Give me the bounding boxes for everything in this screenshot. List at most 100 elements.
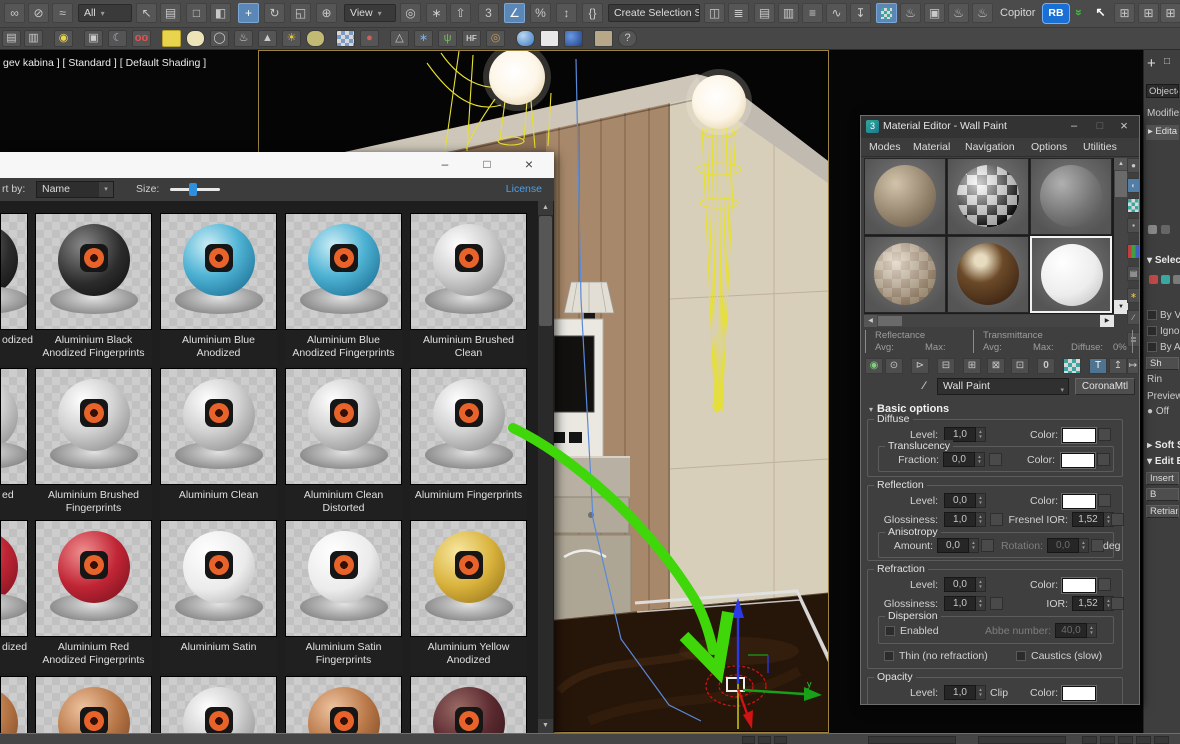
- status-icon[interactable]: [1154, 736, 1169, 744]
- select-object-icon[interactable]: ↖: [136, 3, 157, 23]
- get-material-icon[interactable]: ◉: [865, 358, 883, 374]
- reference-coordinate-dropdown[interactable]: View ▾: [344, 4, 396, 22]
- spinner-arrows[interactable]: ▲ ▼: [975, 452, 985, 467]
- material-thumbnail[interactable]: [410, 213, 527, 330]
- sample-slot[interactable]: [947, 158, 1029, 235]
- grid-toggle-icon[interactable]: ⊞: [1138, 3, 1159, 23]
- opacity-color-swatch[interactable]: [1062, 686, 1096, 701]
- material-card[interactable]: [410, 676, 527, 733]
- angle-snap-icon[interactable]: ∠: [504, 3, 525, 23]
- spinner-arrows[interactable]: ▲ ▼: [976, 512, 986, 527]
- translucency-map-button[interactable]: [989, 453, 1002, 466]
- ior-spinner[interactable]: 1,52 ▲ ▼: [1072, 596, 1114, 611]
- material-card[interactable]: Aluminium Blue Anodized: [160, 213, 277, 367]
- status-icon[interactable]: [1136, 736, 1151, 744]
- modify-tab-icon[interactable]: □: [1164, 56, 1180, 67]
- ior-map-button[interactable]: [1111, 597, 1124, 610]
- select-and-link-icon[interactable]: ∞: [4, 3, 25, 23]
- menu-utilities[interactable]: Utilities: [1083, 141, 1117, 153]
- material-id-channel-icon[interactable]: 0: [1037, 358, 1055, 374]
- material-thumbnail[interactable]: [160, 213, 277, 330]
- video-color-check-icon[interactable]: [1127, 244, 1139, 259]
- material-thumbnail[interactable]: [35, 676, 152, 733]
- snap-toggle-icon[interactable]: 3: [478, 3, 499, 23]
- scene-explorer-icon[interactable]: ≡: [802, 3, 823, 23]
- rendered-frame-window-icon[interactable]: ▣: [924, 3, 945, 23]
- shrink-button[interactable]: Sh: [1146, 357, 1179, 370]
- mirror-icon[interactable]: ◫: [704, 3, 725, 23]
- moon-night-icon[interactable]: ☾: [108, 30, 127, 47]
- refraction-color-swatch[interactable]: [1062, 578, 1096, 593]
- material-card[interactable]: [35, 676, 152, 733]
- viewport-label[interactable]: gev kabina ] [ Standard ] [ Default Shad…: [3, 57, 206, 69]
- selection-lock-icon[interactable]: [758, 736, 771, 744]
- select-and-place-icon[interactable]: ⊕: [316, 3, 337, 23]
- material-card[interactable]: Aluminium Satin: [160, 520, 277, 673]
- sphere-light-right[interactable]: [692, 75, 746, 129]
- material-card[interactable]: Aluminium Fingerprints: [410, 368, 527, 521]
- background-icon[interactable]: [1127, 198, 1139, 213]
- grid-snap-icon[interactable]: [774, 736, 787, 744]
- library-scrollbar[interactable]: ▲ ▼: [538, 201, 553, 733]
- stereo-glasses-icon[interactable]: oo: [132, 30, 151, 47]
- sphere-light-left[interactable]: [489, 51, 545, 105]
- foliage-icon[interactable]: ψ: [438, 30, 457, 47]
- status-icon[interactable]: [1118, 736, 1133, 744]
- amount-spinner[interactable]: 0,0 ▲ ▼: [937, 538, 979, 553]
- material-thumbnail[interactable]: [285, 520, 402, 637]
- rb-plugin-icon[interactable]: RB: [1042, 3, 1070, 24]
- menu-options[interactable]: Options: [1031, 141, 1067, 153]
- sample-slot[interactable]: [864, 236, 946, 313]
- material-card[interactable]: Aluminium Clean Distorted: [285, 368, 402, 522]
- spinner-arrows[interactable]: ▲ ▼: [1079, 538, 1089, 553]
- material-type-button[interactable]: CoronaMtl: [1075, 378, 1135, 395]
- coordinate-field-x[interactable]: [868, 736, 956, 744]
- spinner-arrows[interactable]: ▲ ▼: [969, 538, 979, 553]
- coordinate-field-y[interactable]: [978, 736, 1066, 744]
- delete-material-icon[interactable]: ⊟: [937, 358, 955, 374]
- editor-title-bar[interactable]: 3 Material Editor - Wall Paint – □ ×: [861, 116, 1139, 139]
- material-card[interactable]: Aluminium Blue Anodized Fingerprints: [285, 213, 402, 367]
- spinner-arrows[interactable]: ▲ ▼: [976, 427, 986, 442]
- sample-slot[interactable]: [947, 236, 1029, 313]
- scroll-up-icon[interactable]: ▲: [538, 201, 553, 215]
- translucency-color-swatch[interactable]: [1061, 453, 1095, 468]
- retriangulate-button[interactable]: Retrian: [1146, 505, 1179, 518]
- material-thumbnail[interactable]: [0, 368, 28, 485]
- spinner-arrows[interactable]: ▲ ▼: [976, 685, 986, 700]
- go-to-parent-icon[interactable]: ↥: [1109, 358, 1127, 374]
- menu-material[interactable]: Material: [913, 141, 950, 153]
- material-thumbnail[interactable]: [410, 520, 527, 637]
- glossiness-map-button[interactable]: [990, 597, 1003, 610]
- selection-filter-dropdown[interactable]: All ▾: [78, 4, 132, 22]
- by-vertex-checkbox[interactable]: [1147, 310, 1157, 320]
- minimize-icon[interactable]: –: [1061, 116, 1087, 137]
- material-card[interactable]: [160, 676, 277, 733]
- material-thumbnail[interactable]: [35, 213, 152, 330]
- ring-light-icon[interactable]: ◯: [210, 30, 229, 47]
- material-thumbnail[interactable]: [0, 213, 28, 330]
- library-title-bar[interactable]: – □ ×: [0, 152, 554, 179]
- close-icon[interactable]: ×: [512, 152, 546, 178]
- material-card[interactable]: Aluminium Red Anodized Fingerprints: [35, 520, 152, 674]
- scroll-up-icon[interactable]: ▲: [1114, 158, 1128, 170]
- maximize-icon[interactable]: □: [1087, 116, 1113, 137]
- show-map-in-viewport-icon[interactable]: [1063, 358, 1081, 374]
- spinner-arrows[interactable]: ▲ ▼: [976, 577, 986, 592]
- curve-editor-icon[interactable]: ∿: [826, 3, 847, 23]
- abbe-spinner[interactable]: 40,0 ▲ ▼: [1055, 623, 1097, 638]
- double-chevron-icon[interactable]: »: [1068, 3, 1089, 23]
- layer-explorer-icon[interactable]: ▥: [778, 3, 799, 23]
- isolate-selection-icon[interactable]: [742, 736, 755, 744]
- scrollbar-thumb[interactable]: [878, 316, 902, 326]
- diffuse-map-button[interactable]: [1098, 428, 1111, 441]
- rectangular-selection-region-icon[interactable]: □: [186, 3, 207, 23]
- vertex-mode-icon[interactable]: [1149, 275, 1158, 284]
- make-unique-icon[interactable]: ⊠: [987, 358, 1005, 374]
- edit-borders-rollout[interactable]: ▾ Edit B: [1147, 456, 1180, 467]
- scrollbar-thumb[interactable]: [539, 216, 552, 326]
- ior-map-button[interactable]: [1111, 513, 1124, 526]
- ignore-backfacing-checkbox[interactable]: [1147, 326, 1157, 336]
- material-thumbnail[interactable]: [160, 520, 277, 637]
- slots-vertical-scrollbar[interactable]: ▲ ▼: [1114, 158, 1128, 314]
